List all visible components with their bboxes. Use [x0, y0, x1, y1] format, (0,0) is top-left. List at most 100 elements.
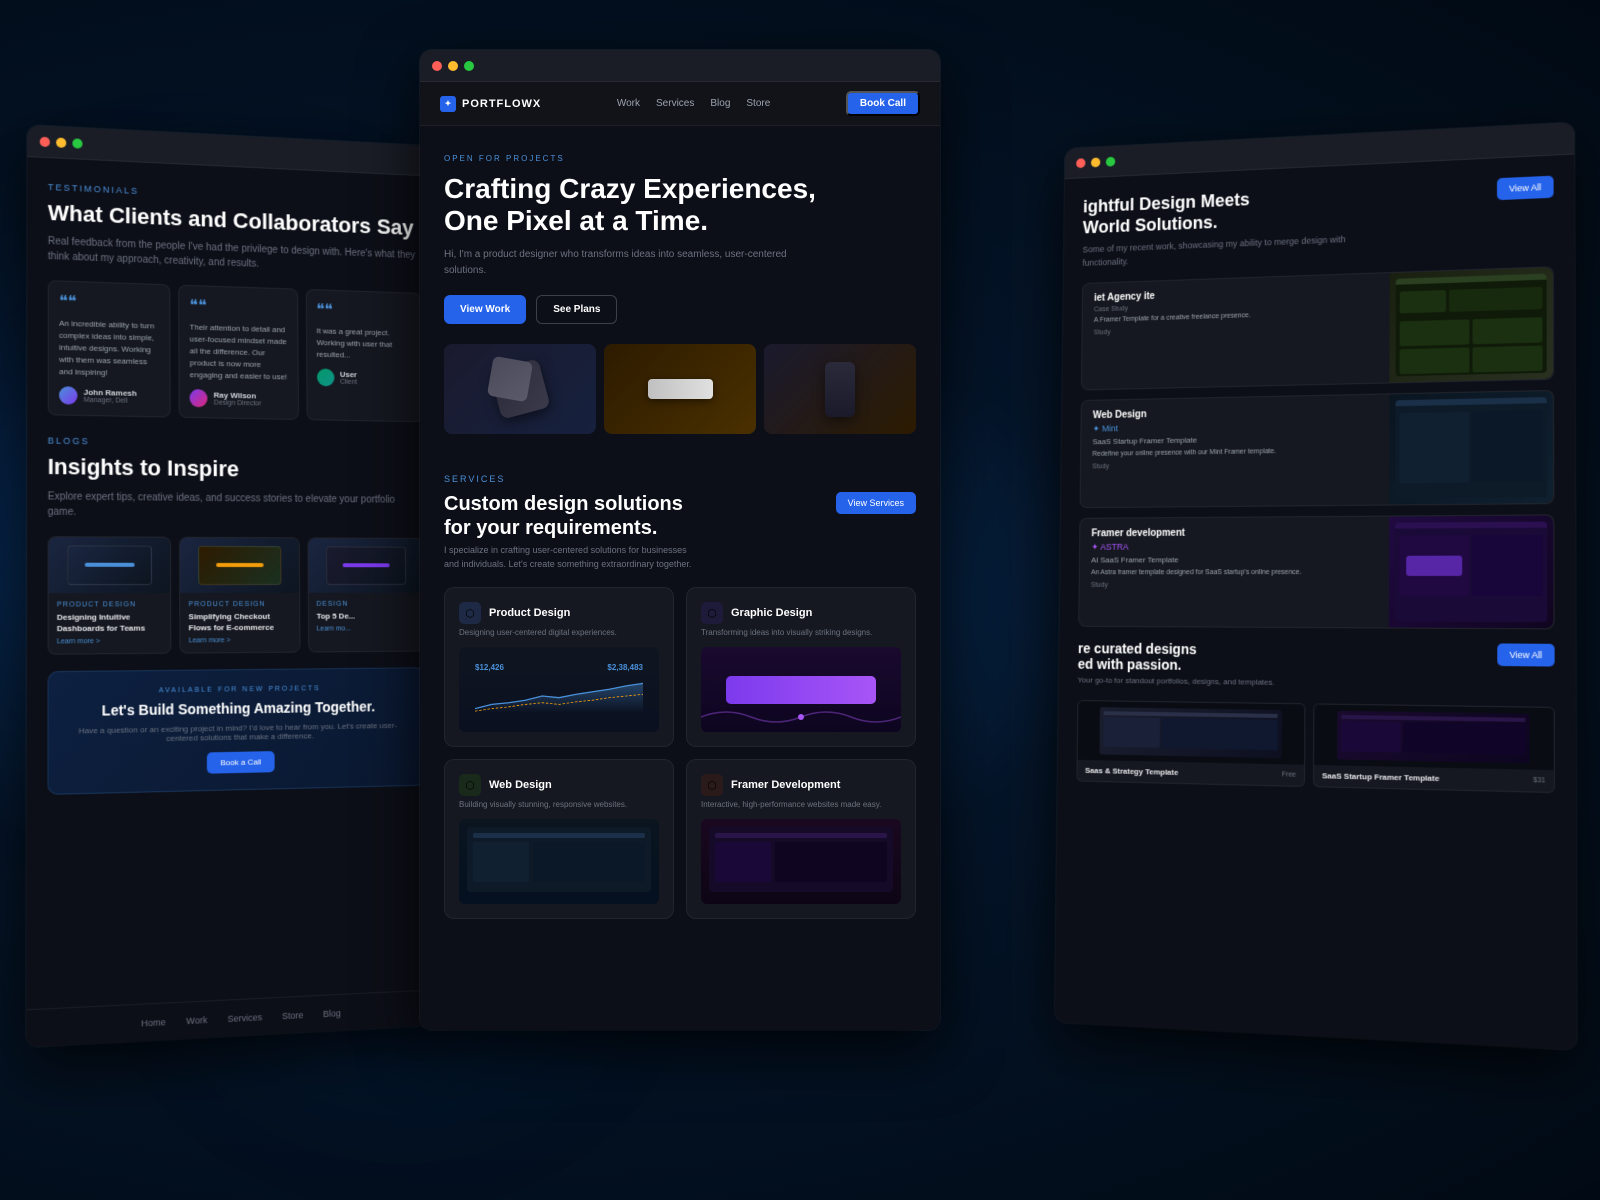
framer-dev-name: Framer Development: [731, 779, 840, 791]
blog-link-3[interactable]: Learn mo...: [317, 625, 417, 632]
cta-button[interactable]: Book a Call: [206, 751, 275, 774]
cta-title: Let's Build Something Amazing Together.: [65, 697, 409, 721]
nav-links: Work Services Blog Store: [617, 98, 770, 109]
dashboard-chart: [475, 676, 643, 716]
template-name-2: SaaS Startup Framer Template: [1322, 771, 1439, 783]
templates-grid: Saas & Strategy Template Free: [1076, 700, 1554, 793]
see-plans-button[interactable]: See Plans: [536, 295, 617, 324]
hero-img-2: [604, 344, 756, 434]
author-avatar-2: [190, 389, 208, 407]
portfolio-tag-2: Study: [1092, 460, 1377, 471]
curated-view-all-button[interactable]: View All: [1497, 644, 1555, 667]
nav-store-c[interactable]: Store: [746, 98, 770, 109]
blog-title-1: Designing Intuitive Dashboards for Teams: [57, 611, 163, 634]
author-avatar-1: [59, 387, 77, 406]
author-avatar-3: [317, 369, 334, 387]
blog-link-1[interactable]: Learn more >: [57, 638, 163, 646]
portfolio-desc-2: Redefine your online presence with our M…: [1092, 446, 1377, 460]
left-page: TESTIMONIALS What Clients and Collaborat…: [26, 157, 448, 1047]
right-browser-window: ightful Design Meets World Solutions. So…: [1055, 122, 1577, 1050]
expand-dot-r: [1106, 156, 1115, 166]
blog-img-2: [180, 538, 298, 593]
product-design-sub: Designing user-centered digital experien…: [459, 628, 659, 637]
blog-cat-1: PRODUCT DESIGN: [57, 601, 163, 608]
blog-cat-2: PRODUCT DESIGN: [189, 601, 291, 608]
framer-dev-icon: ⬡: [701, 774, 723, 796]
nav-services[interactable]: Services: [227, 1012, 262, 1024]
logo-text: PORTFLOWX: [462, 98, 541, 110]
portfolio-info-1: iet Agency ite Case Study A Framer Templ…: [1082, 273, 1390, 389]
portfolio-name-3: Framer development: [1091, 527, 1377, 539]
book-call-button[interactable]: Book Call: [846, 91, 920, 116]
chart-stat-1: $12,426: [475, 663, 504, 672]
framer-dev-card: ⬡ Framer Development Interactive, high-p…: [686, 759, 916, 919]
expand-dot-c: [464, 61, 474, 71]
logo: ✦ PORTFLOWX: [440, 96, 541, 112]
hero-images: [444, 344, 916, 434]
nav-services-c[interactable]: Services: [656, 98, 694, 109]
astra-sublabel: AI SaaS Framer Template: [1091, 555, 1377, 565]
nav-home[interactable]: Home: [141, 1016, 166, 1028]
blog-title-2: Simplifying Checkout Flows for E-commerc…: [189, 611, 292, 634]
template-info-1: Saas & Strategy Template Free: [1077, 760, 1304, 786]
blog-card-2: PRODUCT DESIGN Simplifying Checkout Flow…: [179, 537, 300, 654]
product-design-preview: $12,426 $2,38,483: [459, 647, 659, 732]
graphic-design-preview: [701, 647, 901, 732]
cta-section: AVAILABLE FOR NEW PROJECTS Let's Build S…: [47, 667, 426, 795]
graphic-design-card: ⬡ Graphic Design Transforming ideas into…: [686, 587, 916, 747]
blogs-section: BLOGS Insights to Inspire Explore expert…: [48, 436, 425, 655]
hero-img-1: [444, 344, 596, 434]
cta-badge: AVAILABLE FOR NEW PROJECTS: [65, 684, 409, 695]
web-design-icon: ⬡: [459, 774, 481, 796]
product-design-name: Product Design: [489, 607, 570, 619]
hero-section: OPEN FOR PROJECTS Crafting Crazy Experie…: [420, 126, 940, 454]
testimonial-text-2: Their attention to detail and user-focus…: [190, 322, 288, 384]
nav-store[interactable]: Store: [282, 1009, 303, 1020]
author-role-3: Client: [340, 379, 357, 386]
nav-blog[interactable]: Blog: [323, 1008, 341, 1019]
quote-icon-2: ❝❝: [190, 296, 288, 319]
web-design-card: ⬡ Web Design Building visually stunning,…: [444, 759, 674, 919]
left-browser-window: TESTIMONIALS What Clients and Collaborat…: [26, 125, 448, 1047]
template-card-1: Saas & Strategy Template Free: [1076, 700, 1305, 787]
right-view-all-button[interactable]: View All: [1497, 176, 1554, 201]
services-label: SERVICES: [444, 474, 916, 484]
nav-work[interactable]: Work: [186, 1014, 207, 1025]
view-services-button[interactable]: View Services: [836, 492, 916, 514]
services-title: Custom design solutions for your require…: [444, 492, 704, 540]
blogs-title: Insights to Inspire: [48, 454, 423, 485]
author-name-3: User: [340, 370, 357, 379]
graphic-design-icon: ⬡: [701, 602, 723, 624]
template-price-2: $31: [1533, 777, 1545, 785]
testimonial-card-3: ❝❝ It was a great project. Working with …: [305, 289, 422, 422]
minimize-dot: [56, 137, 66, 147]
portfolio-info-3: Framer development ✦ ASTRA AI SaaS Frame…: [1079, 517, 1389, 628]
cta-text: Have a question or an exciting project i…: [65, 721, 409, 745]
nav-blog-c[interactable]: Blog: [710, 98, 730, 109]
curated-desc: Your go-to for standout portfolios, desi…: [1078, 676, 1275, 687]
product-design-card: ⬡ Product Design Designing user-centered…: [444, 587, 674, 747]
blog-card-3: DESIGN Top 5 De... Learn mo...: [307, 537, 425, 652]
left-content-area: TESTIMONIALS What Clients and Collaborat…: [26, 157, 448, 1047]
template-info-2: SaaS Startup Framer Template $31: [1314, 765, 1554, 792]
portfolio-item-2: Web Design ✦ Mint SaaS Startup Framer Te…: [1080, 390, 1555, 508]
services-description: I specialize in crafting user-centered s…: [444, 544, 704, 571]
template-price-1: Free: [1282, 772, 1296, 779]
blog-card-1: PRODUCT DESIGN Designing Intuitive Dashb…: [48, 536, 172, 655]
testimonial-author-3: User Client: [317, 369, 412, 389]
nav-work-c[interactable]: Work: [617, 98, 640, 109]
expand-dot: [72, 138, 82, 148]
blog-link-2[interactable]: Learn more >: [189, 637, 292, 645]
chart-stat-2: $2,38,483: [607, 663, 643, 672]
author-role-1: Manager, Dell: [84, 397, 137, 405]
mint-label: ✦ Mint: [1093, 419, 1378, 435]
center-content-area: ✦ PORTFLOWX Work Services Blog Store Boo…: [420, 82, 940, 1030]
services-grid: ⬡ Product Design Designing user-centered…: [444, 587, 916, 919]
view-work-button[interactable]: View Work: [444, 295, 526, 324]
quote-icon-3: ❝❝: [316, 300, 411, 322]
testimonial-author-1: John Ramesh Manager, Dell: [59, 387, 160, 407]
testimonial-author-2: Ray Wilson Design Director: [190, 389, 288, 409]
astra-label: ✦ ASTRA: [1091, 541, 1377, 553]
portfolio-preview-1: [1389, 267, 1553, 382]
gd-wave: [701, 702, 901, 732]
